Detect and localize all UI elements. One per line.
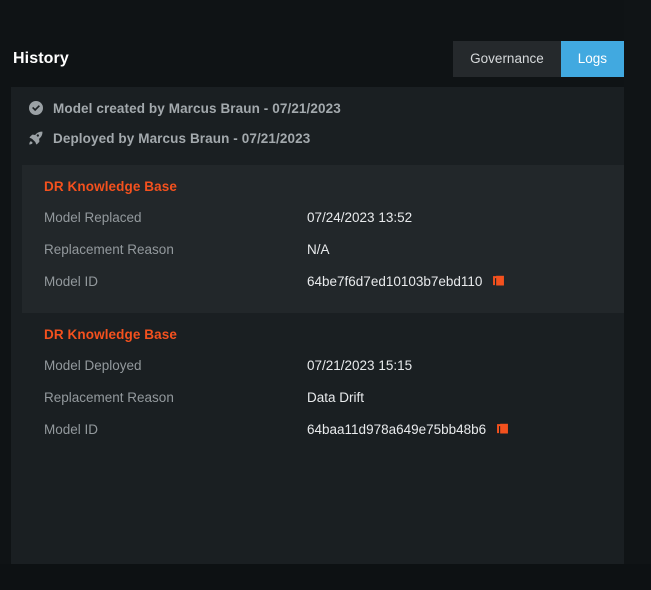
entry-title: DR Knowledge Base (22, 179, 624, 194)
history-card: Model created by Marcus Braun - 07/21/20… (11, 87, 624, 564)
entry-row-label: Model ID (44, 422, 307, 437)
status-row-deployed: Deployed by Marcus Braun - 07/21/2023 (11, 127, 624, 149)
entry-row-label: Model ID (44, 274, 307, 289)
status-text-model-created: Model created by Marcus Braun - 07/21/20… (53, 101, 341, 116)
entry-row-model-id: Model ID 64baa11d978a649e75bb48b6 (22, 413, 624, 445)
history-entry[interactable]: DR Knowledge Base Model Deployed 07/21/2… (22, 313, 624, 461)
check-circle-icon (29, 100, 47, 116)
entry-row-label: Model Replaced (44, 210, 307, 225)
status-text-deployed: Deployed by Marcus Braun - 07/21/2023 (53, 131, 310, 146)
entry-row-value-wrap: N/A (307, 242, 330, 257)
entry-row-label: Model Deployed (44, 358, 307, 373)
entry-row-replacement-reason: Replacement Reason Data Drift (22, 381, 624, 413)
app-root: History Governance Logs Model created by… (0, 0, 651, 590)
entry-row-value: 64baa11d978a649e75bb48b6 (307, 422, 486, 437)
entry-row-model-deployed: Model Deployed 07/21/2023 15:15 (22, 349, 624, 381)
entry-row-model-replaced: Model Replaced 07/24/2023 13:52 (22, 201, 624, 233)
entry-row-replacement-reason: Replacement Reason N/A (22, 233, 624, 265)
history-entry[interactable]: DR Knowledge Base Model Replaced 07/24/2… (22, 165, 624, 313)
status-list: Model created by Marcus Braun - 07/21/20… (11, 87, 624, 155)
entry-row-value-wrap: 07/21/2023 15:15 (307, 358, 412, 373)
viewport-bottom-band (0, 564, 651, 590)
entry-row-value: Data Drift (307, 390, 364, 405)
tab-logs[interactable]: Logs (561, 41, 624, 77)
tab-governance[interactable]: Governance (453, 41, 561, 77)
entry-row-value: N/A (307, 242, 330, 257)
entry-row-value: 07/21/2023 15:15 (307, 358, 412, 373)
page-title: History (13, 50, 69, 68)
entry-title: DR Knowledge Base (22, 327, 624, 342)
status-row-model-created: Model created by Marcus Braun - 07/21/20… (11, 97, 624, 119)
entry-row-value: 07/24/2023 13:52 (307, 210, 412, 225)
history-entry-list: DR Knowledge Base Model Replaced 07/24/2… (11, 165, 624, 461)
viewport-right-band (624, 0, 651, 590)
entry-row-value-wrap: 64be7f6d7ed10103b7ebd110 (307, 274, 505, 289)
copy-icon[interactable] (496, 423, 509, 437)
copy-icon[interactable] (492, 275, 505, 289)
entry-row-value-wrap: 64baa11d978a649e75bb48b6 (307, 422, 509, 437)
entry-row-label: Replacement Reason (44, 390, 307, 405)
view-toggle-group: Governance Logs (453, 41, 624, 77)
entry-row-model-id: Model ID 64be7f6d7ed10103b7ebd110 (22, 265, 624, 297)
entry-row-value-wrap: 07/24/2023 13:52 (307, 210, 412, 225)
entry-row-value-wrap: Data Drift (307, 390, 364, 405)
entry-row-value: 64be7f6d7ed10103b7ebd110 (307, 274, 482, 289)
rocket-icon (29, 130, 47, 146)
entry-row-label: Replacement Reason (44, 242, 307, 257)
history-header: History Governance Logs (0, 36, 624, 82)
